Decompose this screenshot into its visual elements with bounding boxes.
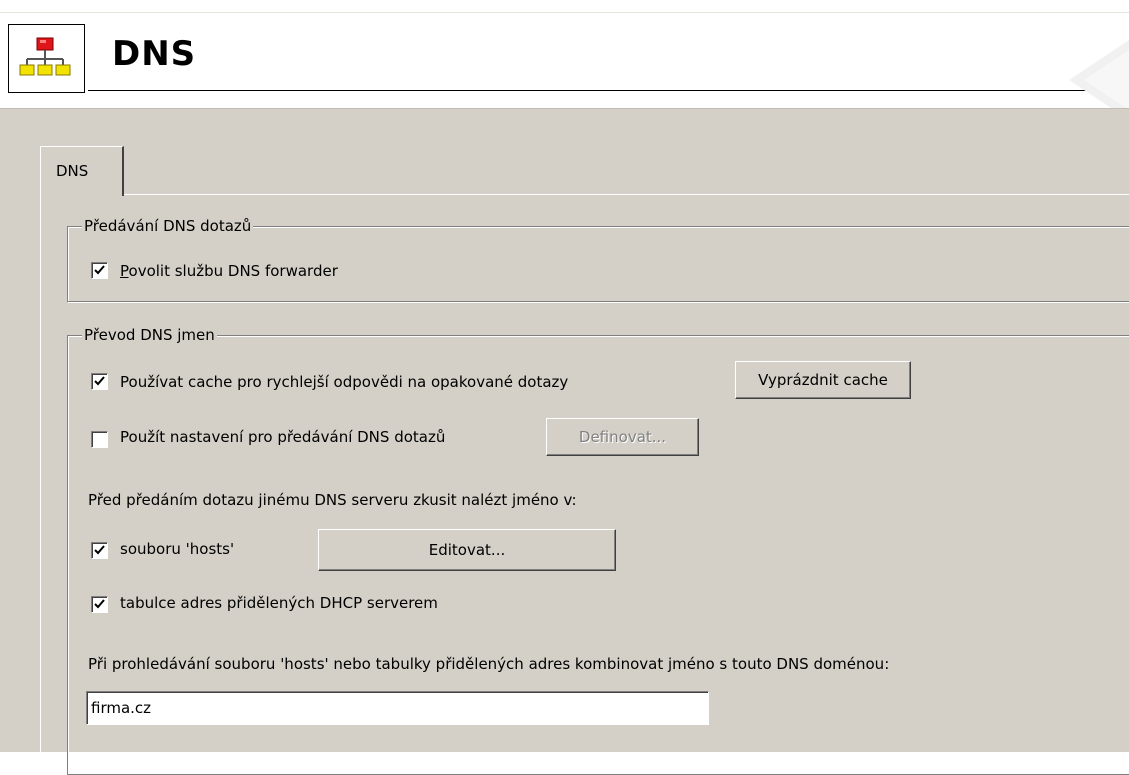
dns-domain-input[interactable] (86, 691, 709, 725)
use-cache-checkbox[interactable] (91, 373, 108, 390)
define-button[interactable]: Definovat... (546, 418, 699, 456)
edit-hosts-button[interactable]: Editovat... (318, 529, 616, 571)
header-underline (88, 90, 1129, 91)
content-area: DNS Předávání DNS dotazů Povolit službu … (0, 108, 1129, 775)
tab-label: DNS (56, 162, 89, 180)
use-cache-label[interactable]: Používat cache pro rychlejší odpovědi na… (120, 373, 568, 391)
header-top-divider (0, 12, 1129, 13)
page-header: DNS (0, 0, 1129, 120)
resolution-group: Převod DNS jmen Používat cache pro rychl… (67, 326, 1129, 775)
hosts-file-checkbox[interactable] (91, 542, 108, 559)
page-title: DNS (112, 34, 197, 74)
lookup-intro-text: Před předáním dotazu jinému DNS serveru … (88, 491, 577, 509)
enable-forwarder-checkbox[interactable] (91, 262, 108, 279)
dhcp-table-checkbox[interactable] (91, 596, 108, 613)
use-forwarding-settings-checkbox[interactable] (91, 431, 108, 448)
tab-panel: Předávání DNS dotazů Povolit službu DNS … (40, 194, 1129, 775)
clear-cache-button[interactable]: Vyprázdnit cache (735, 361, 911, 399)
dhcp-table-label[interactable]: tabulce adres přidělených DHCP serverem (120, 594, 438, 612)
forwarding-group: Předávání DNS dotazů Povolit službu DNS … (67, 217, 1129, 302)
checkmark-icon (94, 265, 105, 275)
accelerator-key: P (120, 262, 129, 280)
content-divider (0, 108, 1129, 109)
use-forwarding-settings-label[interactable]: Použít nastavení pro předávání DNS dotaz… (120, 428, 445, 446)
hosts-file-label[interactable]: souboru 'hosts' (120, 540, 234, 558)
checkmark-icon (94, 545, 105, 555)
enable-forwarder-text: ovolit službu DNS forwarder (128, 262, 338, 280)
domain-intro-text: Při prohledávání souboru 'hosts' nebo ta… (88, 655, 890, 673)
checkmark-icon (94, 599, 105, 609)
resolution-group-legend: Převod DNS jmen (82, 326, 217, 344)
network-tree-icon (8, 24, 85, 93)
tab-dns[interactable]: DNS (40, 146, 124, 196)
enable-forwarder-label[interactable]: Povolit službu DNS forwarder (120, 262, 338, 280)
forwarding-group-legend: Předávání DNS dotazů (82, 217, 254, 235)
checkmark-icon (94, 376, 105, 386)
